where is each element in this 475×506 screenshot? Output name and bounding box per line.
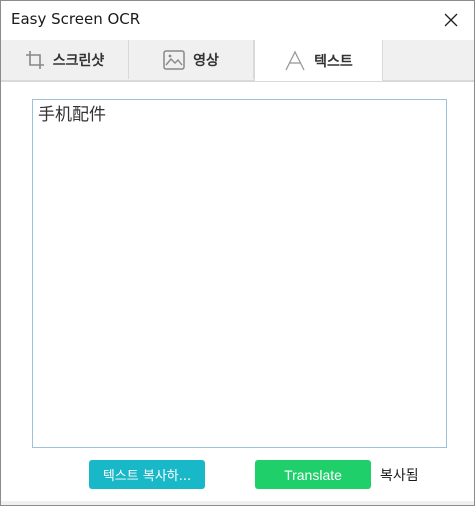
tab-text-label: 텍스트 bbox=[314, 53, 353, 70]
window-title: Easy Screen OCR bbox=[11, 10, 141, 28]
tab-screenshot-label: 스크린샷 bbox=[52, 52, 105, 69]
tab-bar: 스크린샷 영상 텍스트 bbox=[1, 40, 474, 81]
app-window: Easy Screen OCR 스크린샷 영상 텍스트 手机配件 텍스트 복사하… bbox=[0, 0, 475, 506]
crop-icon bbox=[25, 50, 45, 70]
close-icon bbox=[444, 13, 458, 27]
text-a-icon bbox=[284, 50, 306, 72]
bottom-strip bbox=[1, 501, 474, 505]
translate-button[interactable]: Translate bbox=[255, 460, 371, 489]
image-icon bbox=[163, 49, 185, 70]
ocr-result-textarea[interactable]: 手机配件 bbox=[32, 99, 447, 448]
close-button[interactable] bbox=[428, 1, 474, 39]
tab-video-label: 영상 bbox=[193, 52, 219, 69]
tab-video[interactable]: 영상 bbox=[129, 40, 254, 79]
tab-screenshot[interactable]: 스크린샷 bbox=[1, 40, 129, 79]
copy-status-text: 복사됨 bbox=[380, 468, 419, 484]
copy-text-button[interactable]: 텍스트 복사하... bbox=[89, 460, 205, 489]
tab-text[interactable]: 텍스트 bbox=[254, 40, 383, 81]
title-bar: Easy Screen OCR bbox=[1, 1, 474, 39]
